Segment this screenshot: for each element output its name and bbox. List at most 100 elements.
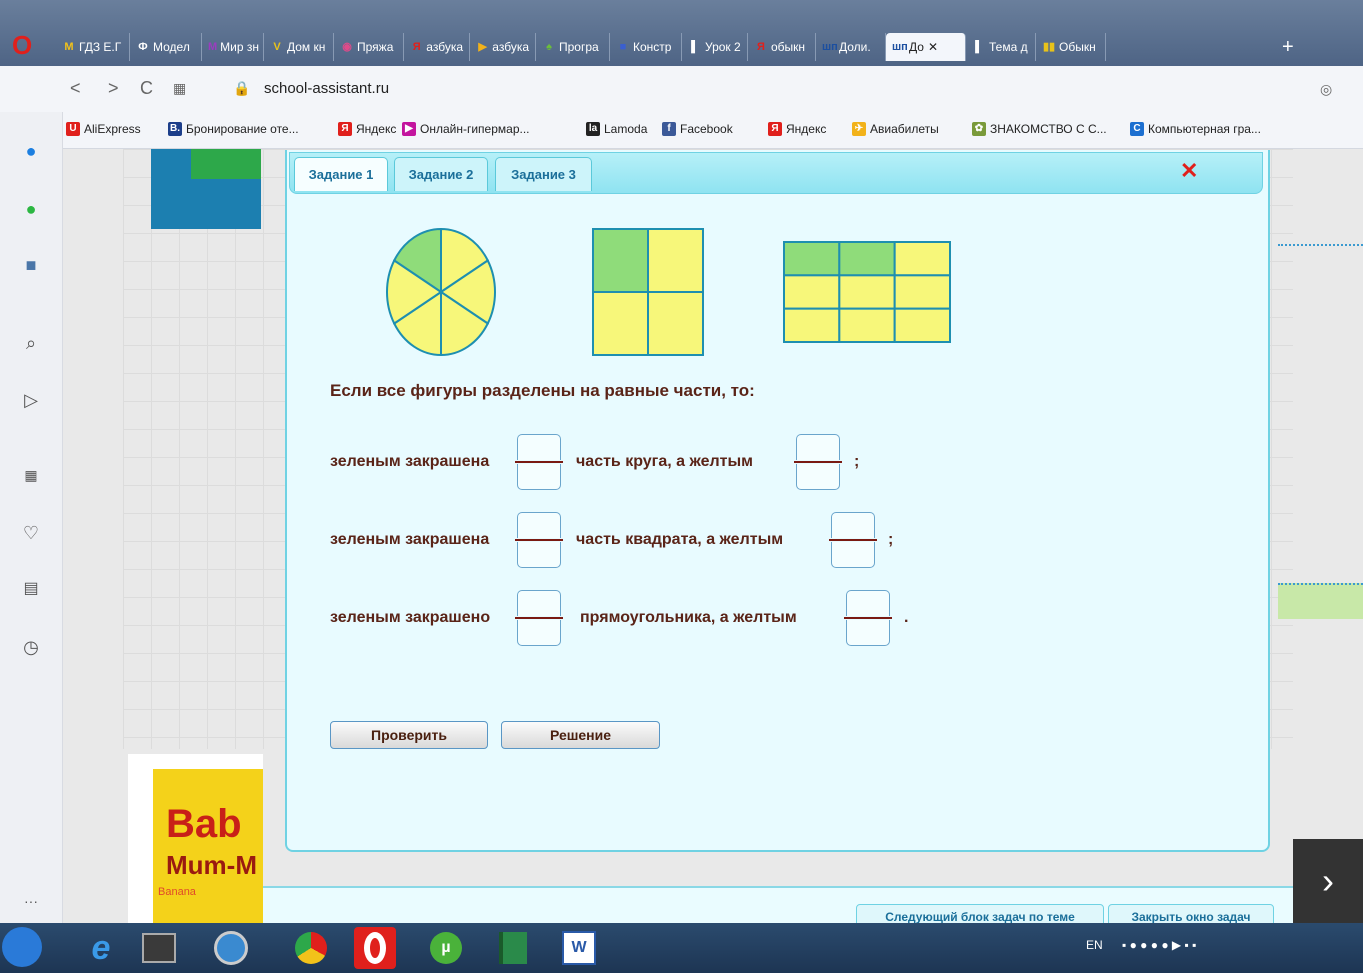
reload-icon[interactable]: C <box>140 78 153 99</box>
close-window-button[interactable]: Закрыть окно задач <box>1108 904 1274 923</box>
send-icon[interactable]: ▷ <box>18 387 44 413</box>
row1-green-fraction-input[interactable] <box>515 434 563 490</box>
book-app-icon[interactable] <box>492 927 534 969</box>
speed-dial-sidebar-icon[interactable]: ▦ <box>18 462 44 488</box>
row3-end-text: . <box>904 609 909 626</box>
bookmark-item[interactable]: Я Яндекс <box>768 122 826 136</box>
next-arrow-icon[interactable]: › <box>1293 839 1363 923</box>
word-icon[interactable]: W <box>558 927 600 969</box>
url-field[interactable]: school-assistant.ru <box>264 80 389 97</box>
rectangle-cell <box>838 274 896 310</box>
check-button[interactable]: Проверить <box>330 721 488 749</box>
browser-tab[interactable]: шп Доли. <box>816 33 886 61</box>
tab-close-icon[interactable]: ✕ <box>928 40 938 54</box>
browser-tab[interactable]: ▌ Тема д <box>966 33 1036 61</box>
browser-tab[interactable]: ▮▮ Обыкн <box>1036 33 1106 61</box>
tab-row: М ГДЗ Е.Г Ф Модел M Мир зн V Дом кн ◉ Пряжа Яазбук… <box>0 32 1363 62</box>
start-icon[interactable] <box>2 927 42 967</box>
tab-label: азбука <box>426 40 463 54</box>
bookmark-item[interactable]: B. Бронирование оте... <box>168 122 299 136</box>
tray-icons[interactable]: ▪ ● ● ● ● ▶ ▪ ▪ <box>1122 938 1196 952</box>
browser-tab[interactable]: V Дом кн <box>264 33 334 61</box>
rectangle-figure <box>783 241 951 343</box>
news-icon[interactable]: ▤ <box>18 576 44 602</box>
search-icon[interactable]: ⌕ <box>18 330 44 356</box>
tab-favicon-icon: V <box>273 41 281 53</box>
browser-tab[interactable]: М ГДЗ Е.Г <box>56 33 130 61</box>
browser-tab[interactable]: шп До ✕ <box>886 33 966 61</box>
chrome-icon[interactable] <box>290 927 332 969</box>
browser-tab[interactable]: Ф Модел <box>130 33 202 61</box>
tab-label: ГДЗ Е.Г <box>79 40 122 54</box>
history-icon[interactable]: ◷ <box>18 634 44 660</box>
bookmark-label: Бронирование оте... <box>186 122 299 136</box>
bookmark-favicon-icon: C <box>1130 122 1144 136</box>
snapshot-icon[interactable]: ◎ <box>1320 81 1332 98</box>
vk-icon[interactable]: ■ <box>18 252 44 278</box>
browser-tab[interactable]: M Мир зн <box>202 33 264 61</box>
bookmark-item[interactable]: Я Яндекс <box>338 122 396 136</box>
speed-dial-icon[interactable]: ▦ <box>173 80 186 97</box>
bookmark-favicon-icon: ✈ <box>852 122 866 136</box>
row3-middle-text: прямоугольника, а желтым <box>580 609 797 626</box>
tab-label: обыкн <box>771 40 806 54</box>
tab-favicon-icon: Я <box>757 41 765 53</box>
opera-icon[interactable] <box>354 927 396 969</box>
bookmark-item[interactable]: ▶ Онлайн-гипермар... <box>402 122 530 136</box>
messenger-icon[interactable]: ● <box>18 138 44 164</box>
close-icon[interactable]: ✕ <box>1180 158 1198 184</box>
bookmark-item[interactable]: f Facebook <box>662 122 733 136</box>
more-icon[interactable]: ··· <box>18 888 44 914</box>
row2-green-fraction-input[interactable] <box>515 512 563 568</box>
row3-yellow-fraction-input[interactable] <box>844 590 892 646</box>
browser-tab[interactable]: Яобыкн <box>748 33 816 61</box>
browser-tab[interactable]: ■ Констр <box>610 33 682 61</box>
bookmark-label: Яндекс <box>786 122 827 136</box>
tab-favicon-icon: ◉ <box>342 41 352 53</box>
bookmark-item[interactable]: ✿ ЗНАКОМСТВО С С... <box>972 122 1107 136</box>
solution-button[interactable]: Решение <box>501 721 660 749</box>
bookmark-item[interactable]: C Компьютерная гра... <box>1130 122 1261 136</box>
tab-favicon-icon: М <box>64 41 74 53</box>
whatsapp-icon[interactable]: ● <box>18 196 44 222</box>
tab-label: Урок 2 <box>705 40 741 54</box>
tab-task-1[interactable]: Задание 1 <box>294 157 388 191</box>
page-banner-block <box>151 149 261 229</box>
ad-banner[interactable]: Bab Mum-M Banana <box>128 754 263 923</box>
bookmark-item[interactable]: U AliExpress <box>66 122 141 136</box>
row1-yellow-fraction-input[interactable] <box>794 434 842 490</box>
row2-yellow-fraction-input[interactable] <box>829 512 877 568</box>
ad-text-2: Mum-M <box>166 850 257 880</box>
language-indicator[interactable]: EN <box>1086 938 1103 952</box>
tab-label: Доли. <box>839 40 871 54</box>
utorrent-icon[interactable]: µ <box>425 927 467 969</box>
browser-tab[interactable]: Яазбука <box>404 33 470 61</box>
tab-task-2[interactable]: Задание 2 <box>394 157 488 191</box>
browser-tab[interactable]: ♠ Програ <box>536 33 610 61</box>
rectangle-cell <box>838 307 896 343</box>
explorer-icon[interactable] <box>138 927 180 969</box>
square-cell <box>592 228 649 293</box>
rectangle-cell <box>783 274 841 310</box>
heart-icon[interactable]: ♡ <box>18 520 44 546</box>
back-icon[interactable]: < <box>70 78 81 99</box>
new-tab-icon[interactable]: + <box>1282 36 1294 59</box>
tab-label: азбука <box>492 40 529 54</box>
next-block-button[interactable]: Следующий блок задач по теме <box>856 904 1104 923</box>
bookmark-item[interactable]: ✈ Авиабилеты <box>852 122 939 136</box>
rectangle-cell <box>838 241 896 277</box>
row3-green-fraction-input[interactable] <box>515 590 563 646</box>
media-player-icon[interactable] <box>210 927 252 969</box>
ie-icon[interactable]: e <box>80 927 122 969</box>
bookmark-label: Онлайн-гипермар... <box>420 122 530 136</box>
bookmark-favicon-icon: U <box>66 122 80 136</box>
browser-tab[interactable]: ▌ Урок 2 <box>682 33 748 61</box>
tab-label: До <box>909 40 924 54</box>
browser-tab[interactable]: ◉ Пряжа <box>334 33 404 61</box>
browser-tab[interactable]: ▶ азбука <box>470 33 536 61</box>
forward-icon[interactable]: > <box>108 78 119 99</box>
tab-task-3[interactable]: Задание 3 <box>495 157 592 191</box>
rectangle-cell <box>783 241 841 277</box>
bookmark-item[interactable]: la Lamoda <box>586 122 647 136</box>
bookmark-label: Авиабилеты <box>870 122 939 136</box>
